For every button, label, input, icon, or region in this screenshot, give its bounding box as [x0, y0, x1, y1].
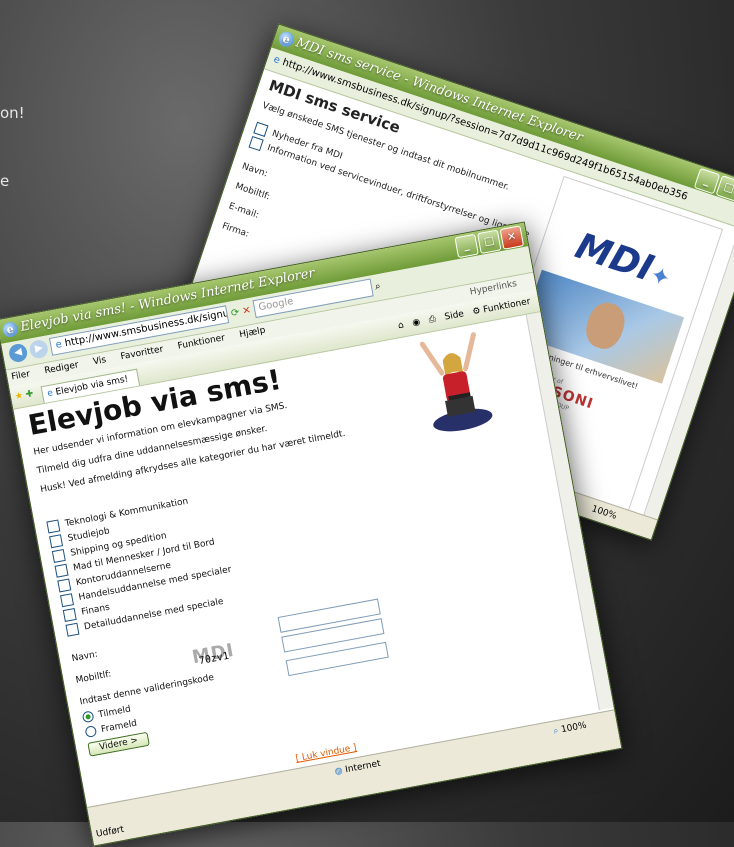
stop-icon[interactable]: ✕ [240, 298, 253, 325]
search-icon[interactable]: ⌕ [373, 274, 383, 301]
menu-item-hjaelp[interactable]: Hjælp [239, 326, 267, 341]
radio-tilmeld[interactable] [81, 710, 95, 724]
ie-logo-icon: e [1, 320, 19, 339]
globe-icon: ◍ [333, 765, 344, 778]
checkbox[interactable] [59, 592, 74, 607]
page-icon: e [272, 54, 282, 67]
checkbox[interactable] [253, 121, 269, 137]
add-favorite-icon[interactable]: ✚ [24, 383, 35, 406]
background-text-1: on! [0, 104, 25, 122]
minimize-button[interactable]: _ [454, 233, 479, 259]
feeds-icon[interactable]: ◉ [410, 311, 422, 334]
checkbox[interactable] [54, 563, 69, 578]
checkbox[interactable] [57, 577, 72, 592]
menu-item-filer[interactable]: Filer [11, 369, 31, 382]
radio-frameld[interactable] [84, 725, 98, 738]
checkbox[interactable] [248, 135, 264, 152]
menu-item-vis[interactable]: Vis [92, 355, 107, 367]
front-zoom[interactable]: ⌕ 100% [552, 716, 589, 742]
refresh-icon[interactable]: ⟳ [229, 300, 242, 327]
maximize-button[interactable]: □ [477, 229, 502, 254]
favorites-star-icon[interactable]: ★ [13, 385, 25, 408]
mobil-label: Mobiltlf: [74, 669, 113, 686]
funktioner-menu[interactable]: Funktioner [482, 297, 531, 316]
zoom-icon: ⌕ [552, 725, 560, 737]
checkbox[interactable] [51, 548, 66, 563]
checkbox[interactable] [46, 518, 61, 533]
checkbox[interactable] [65, 622, 80, 637]
status-text: Udført [95, 824, 125, 840]
checkbox[interactable] [62, 607, 77, 622]
zone-indicator: ◍ Internet [333, 754, 382, 782]
background-text-2: e [0, 172, 10, 190]
close-button[interactable]: ✕ [499, 225, 525, 250]
menu-item-rediger[interactable]: Rediger [44, 360, 80, 376]
gear-icon[interactable]: ⚙ [471, 300, 483, 323]
checkbox[interactable] [48, 533, 63, 548]
forward-nav-icon[interactable]: ▶ [28, 338, 50, 360]
side-menu[interactable]: Side [444, 309, 465, 322]
home-icon[interactable]: ⌂ [396, 314, 406, 337]
ie-logo-icon: e [276, 29, 296, 49]
back-nav-icon[interactable]: ◀ [7, 342, 29, 364]
navn-label: Navn: [70, 649, 99, 665]
print-icon[interactable]: ⎙ [427, 308, 438, 331]
front-browser-window: e Elevjob via sms! - Windows Internet Ex… [0, 221, 623, 847]
